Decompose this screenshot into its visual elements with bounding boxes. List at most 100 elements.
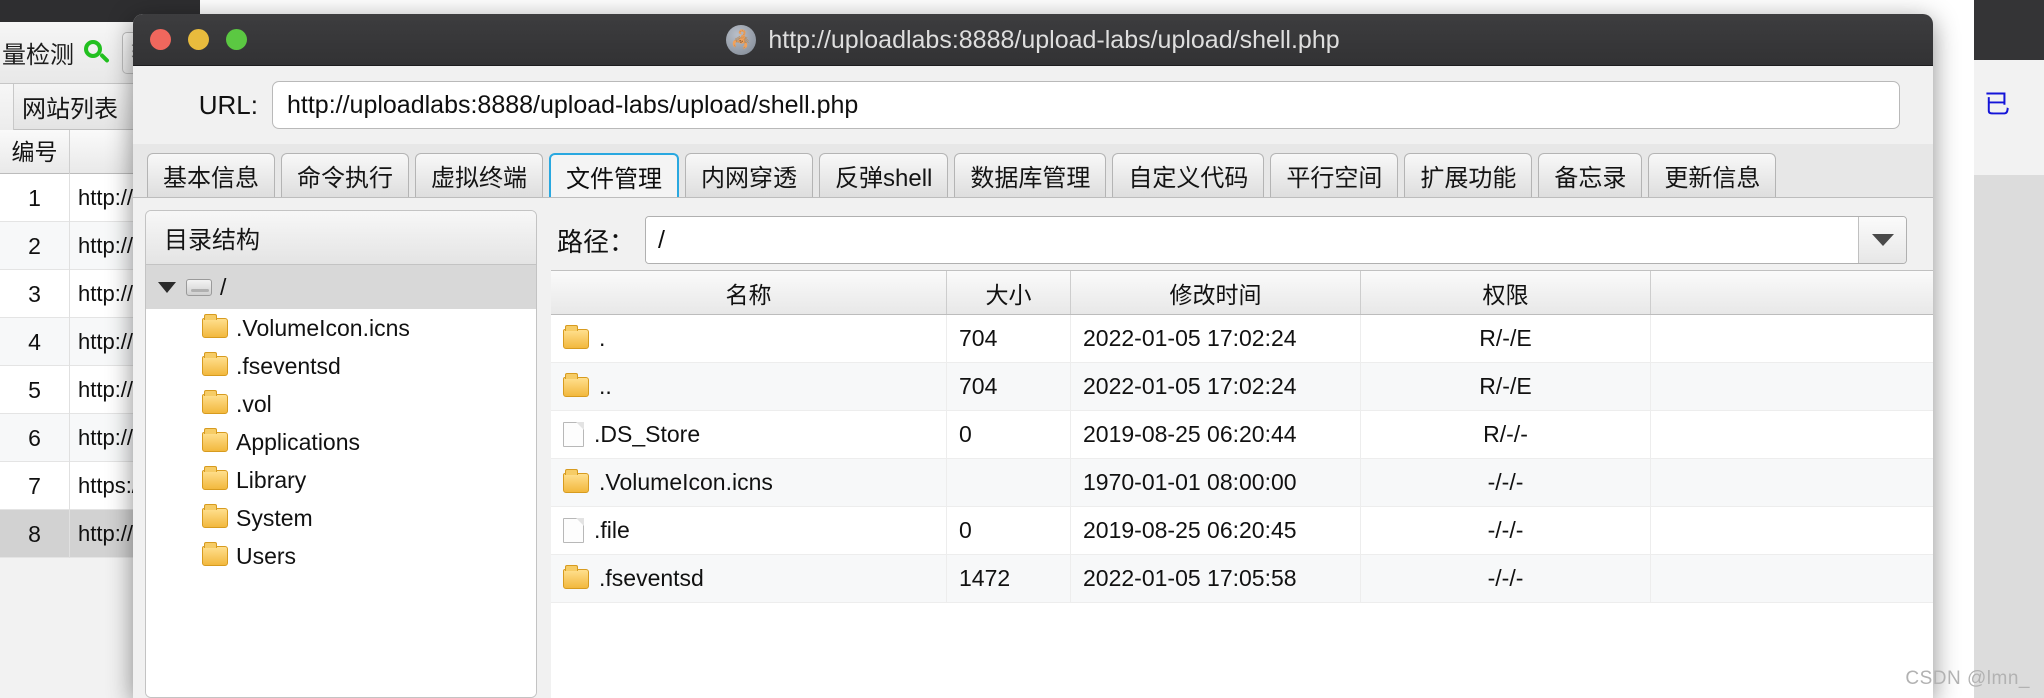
file-name-cell: .VolumeIcon.icns: [551, 459, 947, 506]
drive-icon: [186, 278, 212, 296]
tree-node-root[interactable]: /: [146, 265, 536, 309]
triangle-down-icon[interactable]: [158, 281, 176, 293]
file-table[interactable]: 名称 大小 修改时间 权限 . 704 2022-01-05 17:02:24 R/-/E.…: [551, 270, 1933, 698]
tab-5[interactable]: 反弹shell: [819, 153, 949, 197]
tree-node-label: Users: [236, 542, 297, 569]
directory-tree-panel[interactable]: 目录结构 / .VolumeIcon.icns .fseventsd .vol App…: [145, 210, 537, 698]
traffic-lights[interactable]: [133, 29, 247, 50]
file-manager-content: 目录结构 / .VolumeIcon.icns .fseventsd .vol App…: [133, 198, 1933, 698]
background-row-id: 2: [0, 221, 70, 270]
background-row-id: 7: [0, 461, 70, 510]
minimize-button[interactable]: [188, 29, 209, 50]
file-name: .: [599, 325, 606, 351]
tree-node-3[interactable]: Applications: [146, 423, 536, 461]
tab-0[interactable]: 基本信息: [147, 153, 275, 197]
file-size: [947, 459, 1071, 506]
folder-icon: [202, 504, 228, 528]
file-name-cell: ..: [551, 363, 947, 410]
file-name: .VolumeIcon.icns: [599, 469, 773, 495]
file-name-cell: .fseventsd: [551, 555, 947, 602]
directory-tree-header: 目录结构: [146, 211, 536, 265]
file-extra-cell: [1651, 315, 1933, 362]
tab-3[interactable]: 文件管理: [549, 153, 679, 197]
file-row[interactable]: .file 0 2019-08-25 06:20:45 -/-/-: [551, 507, 1933, 555]
search-icon[interactable]: [84, 39, 110, 66]
file-column-header-4[interactable]: [1651, 271, 1933, 314]
zoom-button[interactable]: [226, 29, 247, 50]
file-size: 704: [947, 315, 1071, 362]
close-button[interactable]: [150, 29, 171, 50]
tree-node-1[interactable]: .fseventsd: [146, 347, 536, 385]
chevron-down-icon[interactable]: [1858, 217, 1906, 263]
folder-icon: [202, 390, 228, 414]
file-row[interactable]: .. 704 2022-01-05 17:02:24 R/-/E: [551, 363, 1933, 411]
file-size: 0: [947, 507, 1071, 554]
file-column-header-2[interactable]: 修改时间: [1071, 271, 1361, 314]
window-title-group: 🦂 http://uploadlabs:8888/upload-labs/upl…: [133, 14, 1933, 66]
file-permission: -/-/-: [1361, 507, 1651, 554]
file-permission: R/-/E: [1361, 363, 1651, 410]
tree-node-0[interactable]: .VolumeIcon.icns: [146, 309, 536, 347]
directory-tree-body[interactable]: / .VolumeIcon.icns .fseventsd .vol Applicat…: [146, 265, 536, 697]
watermark: CSDN @lmn_: [1905, 668, 2030, 689]
folder-icon: [202, 428, 228, 452]
file-column-header-1[interactable]: 大小: [947, 271, 1071, 314]
background-row-id: 3: [0, 269, 70, 318]
tab-11[interactable]: 更新信息: [1648, 153, 1777, 197]
folder-icon: [202, 352, 228, 376]
tab-1[interactable]: 命令执行: [281, 153, 409, 197]
scorpion-icon: 🦂: [726, 25, 757, 55]
file-name-cell: .file: [551, 507, 947, 554]
folder-icon: [563, 372, 589, 397]
tree-node-label: Applications: [236, 428, 361, 455]
file-name-cell: .DS_Store: [551, 411, 947, 458]
tree-node-label: .fseventsd: [236, 352, 341, 379]
tab-6[interactable]: 数据库管理: [954, 153, 1107, 197]
window-titlebar[interactable]: 🦂 http://uploadlabs:8888/upload-labs/upl…: [133, 14, 1933, 66]
file-mtime: 2022-01-05 17:02:24: [1071, 363, 1361, 410]
tree-node-2[interactable]: .vol: [146, 385, 536, 423]
tab-9[interactable]: 扩展功能: [1404, 153, 1533, 197]
file-row[interactable]: .VolumeIcon.icns 1970-01-01 08:00:00 -/-/-: [551, 459, 1933, 507]
file-extra-cell: [1651, 507, 1933, 554]
file-extra-cell: [1651, 555, 1933, 602]
behinder-main-window[interactable]: 🦂 http://uploadlabs:8888/upload-labs/upl…: [133, 14, 1933, 698]
folder-icon: [563, 564, 589, 589]
file-table-header[interactable]: 名称 大小 修改时间 权限: [551, 271, 1933, 315]
tree-node-label: /: [220, 273, 227, 300]
background-column-id[interactable]: 编号: [0, 129, 70, 174]
tab-4[interactable]: 内网穿透: [685, 153, 813, 197]
background-row-id: 5: [0, 365, 70, 414]
folder-icon: [563, 324, 589, 349]
file-row[interactable]: .DS_Store 0 2019-08-25 06:20:44 R/-/-: [551, 411, 1933, 459]
tree-node-6[interactable]: Users: [146, 537, 536, 575]
path-combobox[interactable]: /: [645, 216, 1907, 264]
file-icon: [563, 518, 584, 543]
tree-node-5[interactable]: System: [146, 499, 536, 537]
background-row-id: 1: [0, 173, 70, 222]
file-mtime: 2022-01-05 17:02:24: [1071, 315, 1361, 362]
tab-8[interactable]: 平行空间: [1270, 153, 1399, 197]
folder-icon: [202, 542, 228, 566]
file-mtime: 2019-08-25 06:20:45: [1071, 507, 1361, 554]
tab-7[interactable]: 自定义代码: [1112, 153, 1265, 197]
path-input[interactable]: /: [646, 217, 1858, 263]
folder-icon: [202, 314, 228, 338]
tab-10[interactable]: 备忘录: [1538, 153, 1643, 197]
file-browser-panel: 路径： / 名称 大小 修改时间 权限 . 704 2022-01-05 17:02:24…: [551, 210, 1933, 698]
file-row[interactable]: .fseventsd 1472 2022-01-05 17:05:58 -/-/-: [551, 555, 1933, 603]
folder-icon: [202, 466, 228, 490]
tree-node-label: Library: [236, 466, 307, 493]
tab-bar[interactable]: 基本信息 命令执行 虚拟终端 文件管理 内网穿透 反弹shell 数据库管理 自定义代码 平行空…: [133, 144, 1933, 198]
file-mtime: 2019-08-25 06:20:44: [1071, 411, 1361, 458]
background-toolbar-title: 量检测: [2, 42, 74, 69]
file-row[interactable]: . 704 2022-01-05 17:02:24 R/-/E: [551, 315, 1933, 363]
background-right-panel: 已: [1974, 0, 2044, 698]
file-column-header-0[interactable]: 名称: [551, 271, 947, 314]
tree-node-4[interactable]: Library: [146, 461, 536, 499]
file-column-header-3[interactable]: 权限: [1361, 271, 1651, 314]
tab-2[interactable]: 虚拟终端: [415, 153, 543, 197]
url-input[interactable]: http://uploadlabs:8888/upload-labs/uploa…: [272, 81, 1900, 129]
background-row-id: 8: [0, 509, 70, 558]
file-table-body[interactable]: . 704 2022-01-05 17:02:24 R/-/E.. 704 2022-01…: [551, 315, 1933, 603]
